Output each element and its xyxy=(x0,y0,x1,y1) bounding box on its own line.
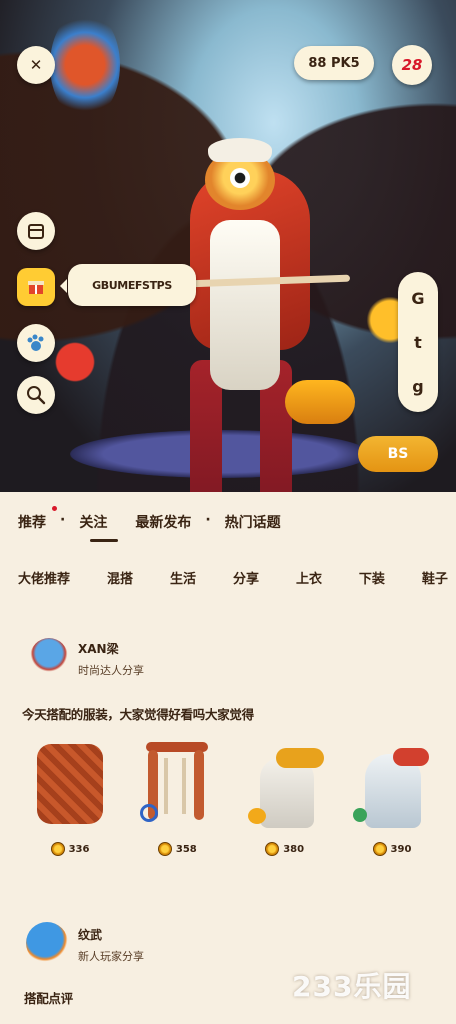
price-value: 336 xyxy=(68,843,90,855)
tab-separator: · xyxy=(205,512,211,528)
site-watermark: 233乐园 xyxy=(292,970,412,1003)
price-tag: 358 xyxy=(157,842,197,856)
price-value: 358 xyxy=(175,843,197,855)
active-tab-indicator xyxy=(90,539,118,542)
category-item[interactable]: 生活 xyxy=(170,568,196,587)
robe-item-image xyxy=(242,738,328,830)
view-option[interactable]: G xyxy=(411,289,424,308)
price-value: 390 xyxy=(390,843,412,855)
list-item[interactable]: 336 xyxy=(22,738,118,856)
tab-separator: · xyxy=(60,512,66,528)
close-icon: ✕ xyxy=(29,56,43,74)
category-item[interactable]: 下装 xyxy=(359,568,385,587)
view-options-menu[interactable]: G t g xyxy=(398,272,438,412)
harness-item-image xyxy=(134,738,220,830)
category-item[interactable]: 上衣 xyxy=(296,568,322,587)
feed-tabs: 推荐 · 关注 最新发布 · 热门话题 xyxy=(18,512,295,532)
gift-button[interactable] xyxy=(17,268,55,306)
post-author-name[interactable]: 纹武 xyxy=(78,926,102,943)
scene-decoration xyxy=(50,340,100,384)
search-icon xyxy=(27,386,46,405)
gift-icon xyxy=(28,281,44,294)
confirm-button[interactable]: BS xyxy=(358,436,438,472)
pet-button[interactable] xyxy=(17,324,55,362)
unread-dot xyxy=(52,506,57,511)
coin-icon xyxy=(50,842,65,856)
paw-icon xyxy=(27,334,44,351)
post-author-subtitle: 新人玩家分享 xyxy=(78,950,144,963)
vest-item-image xyxy=(27,738,113,830)
price-value: 380 xyxy=(283,843,305,855)
price-tag: 336 xyxy=(50,842,90,856)
coin-balance[interactable]: 88 PK5 xyxy=(294,46,374,80)
avatar-apron xyxy=(210,220,280,390)
tab-following[interactable]: 关注 xyxy=(79,512,107,532)
coin-balance-label: 88 PK5 xyxy=(308,55,360,71)
close-button[interactable]: ✕ xyxy=(17,46,55,84)
wardrobe-button[interactable] xyxy=(17,212,55,250)
avatar-eye xyxy=(230,168,250,188)
post-author-subtitle: 时尚达人分享 xyxy=(78,664,144,677)
shirt-icon xyxy=(28,224,44,239)
post-body-text: 今天搭配的服装，大家觉得好看吗大家觉得 xyxy=(22,707,254,722)
category-item[interactable]: 分享 xyxy=(233,568,259,587)
tab-latest[interactable]: 最新发布 xyxy=(135,512,191,532)
confirm-label: BS xyxy=(387,446,409,462)
view-option[interactable]: t xyxy=(414,333,422,352)
view-option[interactable]: g xyxy=(412,377,423,396)
character-preview-scene xyxy=(0,0,456,492)
category-filter: 大佬推荐 混搭 生活 分享 上衣 下装 鞋子 xyxy=(18,568,448,587)
coin-icon xyxy=(265,842,280,856)
outfit-items-list: 336 358 380 390 xyxy=(22,738,440,856)
search-button[interactable] xyxy=(17,376,55,414)
coin-icon xyxy=(157,842,172,856)
avatar[interactable] xyxy=(26,922,68,964)
post-body-text: 搭配点评 xyxy=(24,991,73,1006)
list-item[interactable]: 358 xyxy=(129,738,225,856)
price-tag: 380 xyxy=(265,842,304,856)
cloak-item-image xyxy=(349,738,435,830)
community-panel: 推荐 · 关注 最新发布 · 热门话题 大佬推荐 混搭 生活 分享 上衣 下装 … xyxy=(0,492,456,1024)
tab-topics[interactable]: 热门话题 xyxy=(225,512,281,532)
avatar-speech-bubble: GBUMEFSTPS xyxy=(60,264,196,306)
price-tag: 390 xyxy=(372,842,412,856)
list-item[interactable]: 380 xyxy=(237,738,333,856)
list-item[interactable]: 390 xyxy=(344,738,440,856)
post-author-name[interactable]: XAN梁 xyxy=(78,640,119,657)
badge-label: 28 xyxy=(401,56,423,74)
category-item[interactable]: 鞋子 xyxy=(422,568,448,587)
speech-text: GBUMEFSTPS xyxy=(92,278,172,292)
avatar[interactable] xyxy=(30,638,68,676)
coin-icon xyxy=(372,842,387,856)
tab-recommended[interactable]: 推荐 xyxy=(18,512,46,532)
category-item[interactable]: 大佬推荐 xyxy=(18,568,70,587)
scene-decoration xyxy=(285,380,355,424)
category-item[interactable]: 混搭 xyxy=(107,568,133,587)
scene-decoration xyxy=(50,10,120,120)
notification-badge-button[interactable]: 28 xyxy=(392,45,432,85)
avatar-hat xyxy=(208,138,272,162)
